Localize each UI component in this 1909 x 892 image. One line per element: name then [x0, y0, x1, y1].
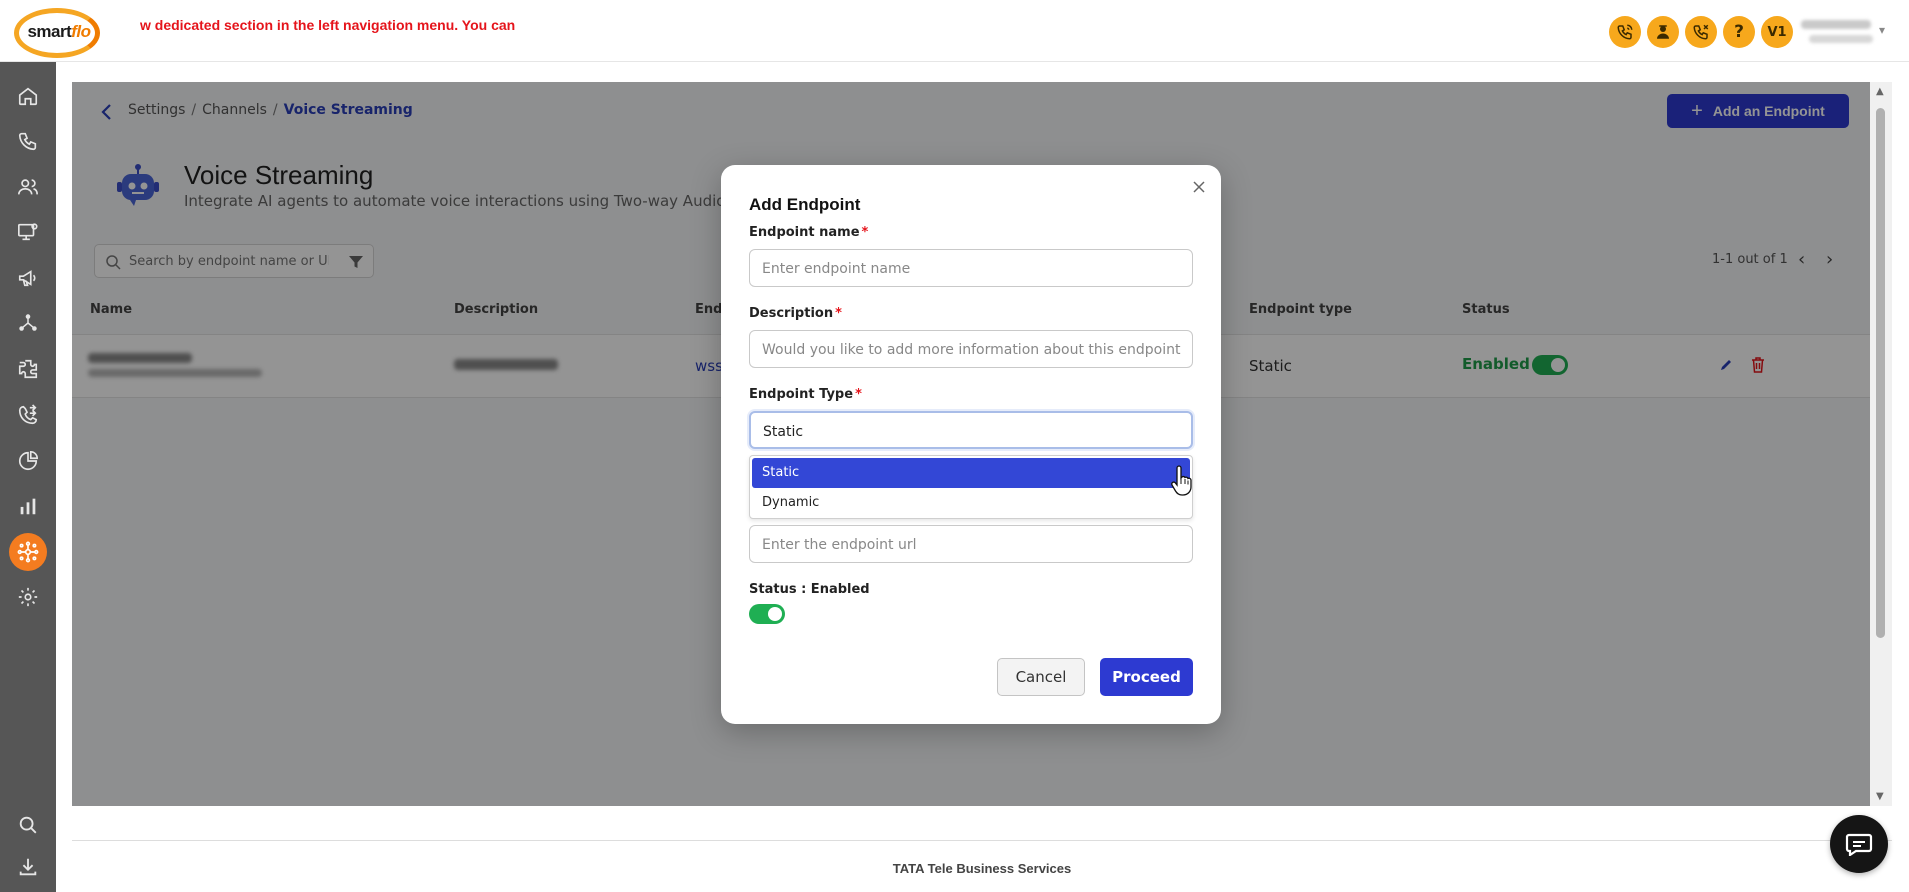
modal-title: Add Endpoint: [749, 195, 861, 214]
scroll-up-icon[interactable]: ▲: [1876, 86, 1884, 97]
option-dynamic[interactable]: Dynamic: [752, 488, 1190, 518]
logo-text: smartflo: [27, 22, 91, 41]
megaphone-icon[interactable]: [9, 259, 47, 297]
status-label: Status : Enabled: [749, 582, 870, 597]
description-label: Description *: [749, 306, 842, 321]
chat-icon: [1845, 833, 1873, 856]
monitor-settings-icon[interactable]: [9, 213, 47, 251]
top-bar: smartflo w dedicated section in the left…: [0, 0, 1909, 62]
endpoint-url-field: [749, 525, 1193, 563]
endpoint-name-label: Endpoint name *: [749, 225, 869, 240]
cancel-button[interactable]: Cancel: [997, 658, 1085, 696]
endpoint-url-input[interactable]: [762, 535, 1182, 555]
pie-chart-icon[interactable]: [9, 442, 47, 480]
user-menu[interactable]: ▾: [1801, 17, 1885, 47]
user-role-blurred: [1809, 35, 1873, 43]
search-icon[interactable]: [17, 814, 39, 836]
download-icon[interactable]: [17, 856, 39, 878]
phone-ring-icon[interactable]: [1685, 16, 1717, 48]
chat-support-button[interactable]: [1830, 815, 1888, 873]
close-icon[interactable]: [1191, 179, 1207, 195]
call-transfer-icon[interactable]: [9, 396, 47, 434]
add-endpoint-modal: Add Endpoint Endpoint name* Description*…: [721, 165, 1221, 724]
description-input[interactable]: [762, 340, 1182, 360]
endpoint-type-dropdown: Static Dynamic: [749, 455, 1193, 519]
call-icon[interactable]: [1609, 16, 1641, 48]
footer: TATA Tele Business Services: [72, 840, 1892, 892]
scroll-thumb[interactable]: [1876, 108, 1885, 638]
user-name-blurred: [1801, 20, 1871, 29]
network-icon[interactable]: [9, 304, 47, 342]
scroll-down-icon[interactable]: ▼: [1876, 791, 1884, 802]
toggle-knob: [768, 607, 782, 621]
chevron-down-icon: ▾: [1878, 23, 1885, 37]
top-actions: ? V1 ▾: [1603, 16, 1885, 48]
description-field: [749, 330, 1193, 368]
option-static[interactable]: Static: [752, 458, 1190, 488]
gear-icon[interactable]: [9, 578, 47, 616]
phone-icon[interactable]: [9, 122, 47, 160]
smartflo-logo[interactable]: smartflo: [14, 8, 100, 58]
users-icon[interactable]: [9, 168, 47, 206]
endpoint-name-field: [749, 249, 1193, 287]
plugin-icon[interactable]: [9, 350, 47, 388]
endpoint-type-value[interactable]: [763, 422, 1183, 442]
agent-icon[interactable]: [1647, 16, 1679, 48]
home-icon[interactable]: [9, 77, 47, 115]
announcement-marquee: w dedicated section in the left navigati…: [140, 17, 516, 33]
status-toggle[interactable]: [749, 604, 785, 624]
user-avatar[interactable]: V1: [1761, 16, 1793, 48]
endpoint-type-select[interactable]: [749, 411, 1193, 449]
integrations-icon[interactable]: [9, 533, 47, 571]
sidebar: [0, 62, 56, 892]
proceed-button[interactable]: Proceed: [1100, 658, 1193, 696]
endpoint-type-label: Endpoint Type *: [749, 387, 862, 402]
help-icon[interactable]: ?: [1723, 16, 1755, 48]
endpoint-name-input[interactable]: [762, 259, 1182, 279]
vertical-scrollbar[interactable]: ▲ ▼: [1870, 82, 1892, 806]
bar-chart-icon[interactable]: [9, 487, 47, 525]
hand-cursor-icon: [1171, 465, 1192, 496]
footer-text: TATA Tele Business Services: [892, 861, 1072, 876]
